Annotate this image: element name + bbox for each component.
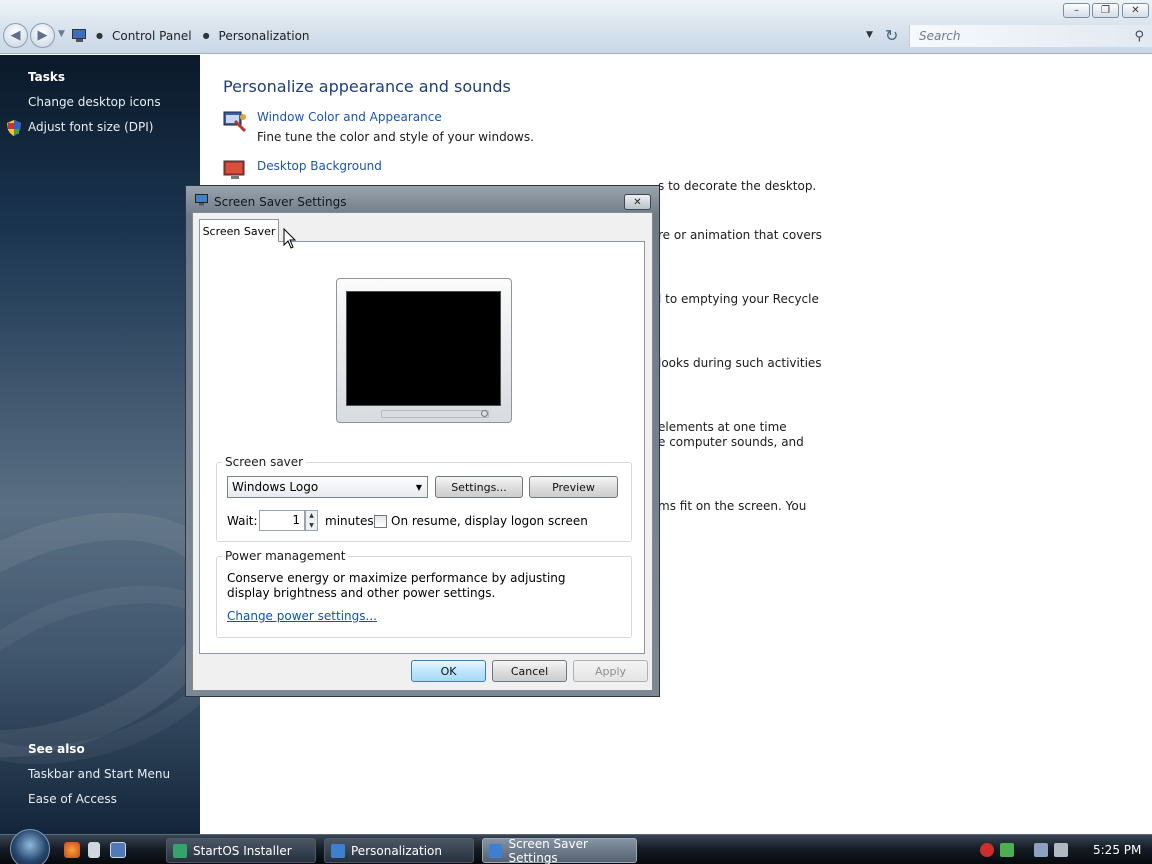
- tab-panel: Screen saver Windows Logo ▼ Settings... …: [199, 241, 645, 654]
- screen-saver-dialog: Screen Saver Settings ✕ Screen Saver Scr…: [185, 185, 660, 697]
- installer-icon: [173, 843, 187, 858]
- forward-arrow-icon: ▶: [37, 28, 48, 43]
- ok-button[interactable]: OK: [411, 660, 486, 682]
- apply-button[interactable]: Apply: [573, 660, 648, 682]
- minutes-label: minutes: [325, 514, 374, 528]
- spin-down-icon[interactable]: ▼: [306, 521, 317, 531]
- taskbar-personalization[interactable]: Personalization: [324, 838, 474, 863]
- desktop-background-icon: [223, 160, 245, 179]
- firefox-icon[interactable]: [64, 842, 80, 858]
- breadcrumb-personalization[interactable]: Personalization: [219, 29, 310, 43]
- dialog-body: Screen Saver Screen saver Windows Logo ▼…: [192, 212, 653, 691]
- monitor-power-icon: [481, 410, 488, 417]
- address-bar[interactable]: ● Control Panel ● Personalization: [72, 24, 880, 47]
- explorer-toolbar: – ❐ ✕ ◀ ▶ ▼ ● Control Panel ● Personaliz…: [0, 0, 1152, 54]
- preview-screen: [346, 291, 501, 406]
- sounds-desc: l to emptying your Recycle: [658, 292, 819, 306]
- tab-screen-saver[interactable]: Screen Saver: [199, 219, 279, 242]
- start-button[interactable]: [10, 829, 50, 864]
- document-icon[interactable]: [88, 842, 100, 858]
- task-change-desktop-icons[interactable]: Change desktop icons: [28, 95, 161, 109]
- taskbar-button-label: Personalization: [351, 843, 442, 858]
- control-panel-icon: [72, 28, 88, 43]
- monitor-bezel: [381, 410, 489, 418]
- back-arrow-icon: ◀: [10, 28, 21, 43]
- change-power-settings-link[interactable]: Change power settings...: [227, 609, 377, 623]
- update-icon[interactable]: [1000, 843, 1014, 857]
- preview-button[interactable]: Preview: [529, 476, 618, 498]
- refresh-icon[interactable]: ↻: [885, 26, 898, 45]
- navigation-pane: Tasks Change desktop icons Adjust font s…: [0, 55, 200, 834]
- monitor-preview: [336, 278, 512, 423]
- volume-muted-icon[interactable]: [1054, 843, 1068, 857]
- wait-label: Wait:: [227, 514, 258, 528]
- breadcrumb-control-panel[interactable]: Control Panel: [112, 29, 192, 43]
- settings-button[interactable]: Settings...: [435, 476, 523, 498]
- breadcrumb-separator-icon: ●: [202, 31, 210, 40]
- resume-logon-label[interactable]: On resume, display logon screen: [391, 514, 588, 528]
- taskbar-button-label: Screen Saver Settings: [508, 836, 588, 864]
- see-also-heading: See also: [28, 742, 85, 756]
- window-color-desc: Fine tune the color and style of your wi…: [257, 130, 534, 144]
- maximize-button[interactable]: ❐: [1092, 3, 1119, 18]
- display-icon: [195, 194, 208, 206]
- window-color-link[interactable]: Window Color and Appearance: [257, 110, 442, 124]
- recent-pages-dropdown[interactable]: ▼: [58, 29, 65, 39]
- taskbar-screen-saver-settings[interactable]: Screen Saver Settings: [482, 836, 637, 864]
- screen-saver-select-value: Windows Logo: [232, 480, 319, 494]
- desktop-background-link[interactable]: Desktop Background: [257, 159, 382, 173]
- forward-button[interactable]: ▶: [30, 23, 55, 48]
- see-also-taskbar-start-menu[interactable]: Taskbar and Start Menu: [28, 767, 170, 781]
- power-management-desc: Conserve energy or maximize performance …: [227, 571, 566, 600]
- screen-saver-group-label: Screen saver: [222, 455, 307, 469]
- dialog-close-button[interactable]: ✕: [624, 194, 651, 210]
- taskbar-startos-installer[interactable]: StartOS Installer: [166, 838, 316, 863]
- theme-desc-line1: elements at one time: [658, 420, 787, 434]
- theme-desc-line2: e computer sounds, and: [658, 435, 804, 449]
- uac-shield-icon: [7, 120, 21, 136]
- search-box[interactable]: Search ⚲: [909, 25, 1152, 47]
- chevron-down-icon: ▼: [415, 482, 423, 492]
- see-also-ease-of-access[interactable]: Ease of Access: [28, 792, 117, 806]
- task-adjust-font-size[interactable]: Adjust font size (DPI): [28, 120, 153, 134]
- power-management-group: Power management Conserve energy or maxi…: [216, 549, 632, 638]
- display-settings-desc: ms fit on the screen. You: [658, 499, 807, 513]
- power-management-group-label: Power management: [222, 549, 349, 563]
- cancel-button[interactable]: Cancel: [492, 660, 567, 682]
- search-input[interactable]: Search: [919, 29, 1134, 43]
- resume-logon-checkbox[interactable]: [374, 515, 387, 528]
- security-alert-icon[interactable]: [980, 843, 994, 857]
- tasks-heading: Tasks: [28, 70, 66, 84]
- desktop-background-desc: s to decorate the desktop.: [658, 179, 817, 193]
- minimize-button[interactable]: –: [1063, 3, 1090, 18]
- close-button[interactable]: ✕: [1122, 3, 1149, 18]
- dialog-titlebar[interactable]: Screen Saver Settings ✕: [186, 186, 659, 212]
- wait-stepper[interactable]: ▲ ▼: [305, 510, 318, 531]
- breadcrumb-separator-icon: ●: [96, 31, 103, 40]
- page-title: Personalize appearance and sounds: [223, 77, 511, 96]
- back-button[interactable]: ◀: [3, 23, 28, 48]
- taskbar: StartOS Installer Personalization Screen…: [0, 829, 1152, 864]
- dialog-title: Screen Saver Settings: [214, 195, 347, 209]
- screen-saver-desc: re or animation that covers: [658, 228, 822, 242]
- display-icon: [489, 843, 503, 858]
- personalization-icon: [331, 843, 345, 858]
- mouse-pointers-desc: looks during such activities: [658, 356, 822, 370]
- taskbar-button-label: StartOS Installer: [193, 843, 292, 858]
- clock[interactable]: 5:25 PM: [1093, 843, 1141, 857]
- address-dropdown-icon[interactable]: ▼: [866, 30, 873, 40]
- wait-minutes-input[interactable]: 1: [259, 510, 305, 531]
- window-color-icon: [223, 111, 247, 133]
- show-desktop-icon[interactable]: [110, 842, 126, 858]
- search-icon[interactable]: ⚲: [1134, 29, 1144, 44]
- mouse-cursor-icon: [283, 228, 297, 249]
- network-icon[interactable]: [1034, 843, 1048, 857]
- screen-saver-select[interactable]: Windows Logo ▼: [227, 476, 428, 498]
- spin-up-icon[interactable]: ▲: [306, 511, 317, 521]
- screen-saver-group: Screen saver Windows Logo ▼ Settings... …: [216, 455, 632, 542]
